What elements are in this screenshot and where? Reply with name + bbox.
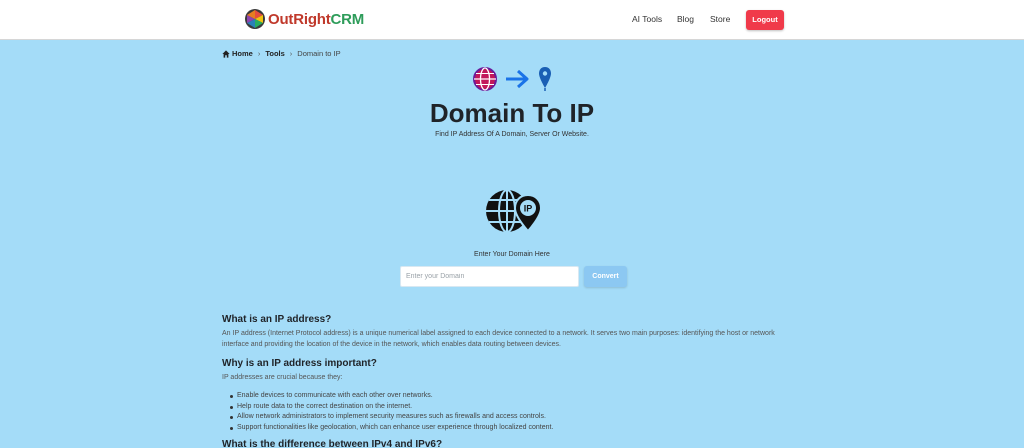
- section-paragraph: IP addresses are crucial because they:: [222, 374, 343, 381]
- hero-icons: [473, 67, 551, 91]
- domain-input[interactable]: [400, 266, 579, 287]
- location-pin-icon: [539, 67, 551, 91]
- section-heading-why-important: Why is an IP address important?: [222, 358, 377, 369]
- list-item: Enable devices to communicate with each …: [230, 391, 553, 402]
- breadcrumb-separator: ›: [257, 49, 261, 58]
- logo-text-crm: CRM: [330, 10, 365, 28]
- breadcrumb: Home › Tools › Domain to IP: [222, 49, 341, 58]
- logo-text-outright: OutRight: [268, 10, 331, 28]
- list-item: Allow network administrators to implemen…: [230, 412, 553, 423]
- globe-ip-pin-icon: IP: [486, 189, 543, 233]
- section-heading-ipv4-vs-ipv6: What is the difference between IPv4 and …: [222, 439, 443, 448]
- nav-blog[interactable]: Blog: [677, 14, 694, 24]
- logo-text: OutRightCRM: [268, 11, 364, 28]
- logo-icon: [245, 9, 265, 29]
- page-title: Domain To IP: [429, 98, 595, 128]
- breadcrumb-current: Domain to IP: [297, 49, 341, 58]
- convert-button[interactable]: Convert: [584, 266, 627, 287]
- section-paragraph: An IP address (Internet Protocol address…: [222, 330, 775, 348]
- nav-ai-tools[interactable]: AI Tools: [632, 14, 662, 24]
- breadcrumb-home[interactable]: Home: [232, 49, 253, 58]
- logout-button[interactable]: Logout: [746, 10, 784, 30]
- reasons-list: Enable devices to communicate with each …: [230, 391, 553, 433]
- breadcrumb-tools[interactable]: Tools: [265, 49, 284, 58]
- section-heading-what-is-ip: What is an IP address?: [222, 314, 332, 325]
- globe-icon: [473, 67, 497, 91]
- ip-icon-text: IP: [524, 204, 533, 214]
- page-subtitle: Find IP Address Of A Domain, Server Or W…: [435, 131, 589, 138]
- top-header: OutRightCRM AI Tools Blog Store Logout: [0, 0, 1024, 40]
- arrow-right-icon: [506, 69, 529, 89]
- breadcrumb-separator: ›: [289, 49, 293, 58]
- home-icon: [222, 49, 230, 58]
- list-item: Support functionalities like geolocation…: [230, 423, 553, 434]
- brand-logo[interactable]: OutRightCRM: [244, 8, 364, 30]
- list-item: Help route data to the correct destinati…: [230, 402, 553, 413]
- domain-input-label: Enter Your Domain Here: [474, 251, 550, 258]
- nav-store[interactable]: Store: [710, 14, 730, 24]
